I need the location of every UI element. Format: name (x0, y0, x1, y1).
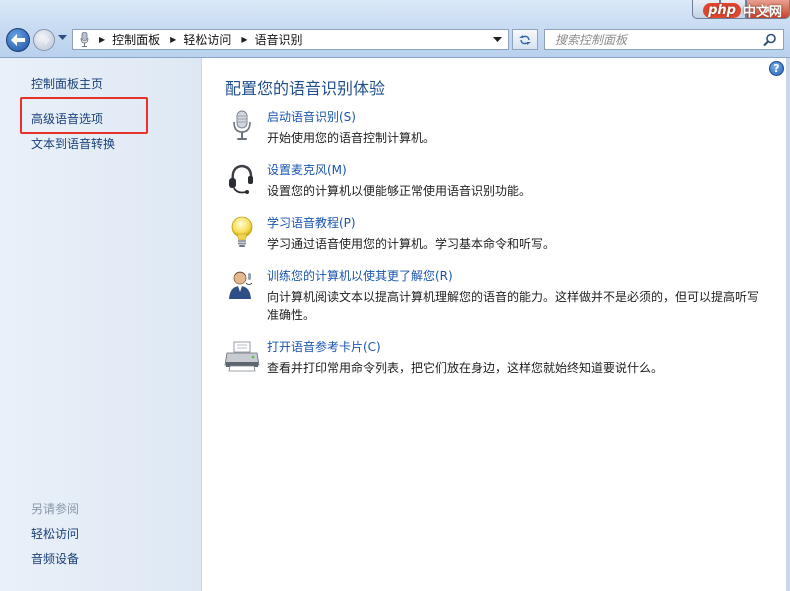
task-link-setup-microphone[interactable]: 设置麦克风(M) (267, 161, 347, 178)
address-bar[interactable]: ▶ 控制面板 ▶ 轻松访问 ▶ 语音识别 (72, 29, 509, 50)
breadcrumb-separator-icon[interactable]: ▶ (99, 35, 105, 44)
help-icon[interactable]: ? (769, 61, 784, 76)
sidebar-link-text-to-speech[interactable]: 文本到语音转换 (31, 135, 115, 152)
breadcrumb-separator-icon[interactable]: ▶ (170, 35, 176, 44)
watermark-logo: php (703, 2, 741, 18)
search-input[interactable] (553, 31, 757, 48)
address-history-dropdown[interactable] (493, 37, 502, 43)
breadcrumb: ▶ 控制面板 ▶ 轻松访问 ▶ 语音识别 (95, 31, 303, 48)
forward-button[interactable] (33, 29, 55, 51)
sidebar-link-ease-of-access[interactable]: 轻松访问 (31, 525, 79, 542)
microphone-icon (233, 110, 251, 140)
search-box[interactable] (544, 29, 784, 50)
task-link-reference-card[interactable]: 打开语音参考卡片(C) (267, 338, 381, 355)
task-desc: 向计算机阅读文本以提高计算机理解您的语音的能力。这样做并不是必须的，但可以提高听… (267, 290, 760, 322)
arrow-right-icon (38, 35, 50, 45)
lightbulb-icon (231, 216, 253, 247)
user-speech-icon (229, 271, 253, 299)
microphone-icon (80, 31, 89, 47)
task-link-train-computer[interactable]: 训练您的计算机以使其更了解您(R) (267, 267, 453, 284)
sidebar: 控制面板主页 高级语音选项 文本到语音转换 另请参阅 轻松访问 音频设备 (0, 58, 202, 591)
arrow-left-icon (11, 34, 25, 46)
sidebar-link-audio-devices[interactable]: 音频设备 (31, 550, 79, 567)
watermark-text: 中文网 (742, 4, 782, 20)
refresh-icon (519, 34, 531, 45)
task-link-speech-tutorial[interactable]: 学习语音教程(P) (267, 214, 356, 231)
breadcrumb-item-control-panel[interactable]: 控制面板 (112, 31, 160, 48)
see-also-heading: 另请参阅 (31, 502, 80, 516)
sidebar-link-advanced-speech-options[interactable]: 高级语音选项 (31, 110, 103, 127)
sidebar-link-control-panel-home[interactable]: 控制面板主页 (31, 75, 103, 92)
watermark: php 中文网 (703, 1, 782, 20)
window-right-border (786, 58, 790, 591)
breadcrumb-item-ease-of-access[interactable]: 轻松访问 (183, 31, 231, 48)
task-desc: 查看并打印常用命令列表，把它们放在身边，这样您就始终知道要说什么。 (267, 361, 664, 375)
recent-pages-dropdown[interactable] (58, 35, 67, 41)
breadcrumb-item-speech-recognition[interactable]: 语音识别 (255, 31, 303, 48)
task-desc: 开始使用您的语音控制计算机。 (267, 131, 436, 145)
refresh-button[interactable] (512, 29, 538, 50)
headset-icon (229, 164, 253, 194)
task-link-start-speech-recognition[interactable]: 启动语音识别(S) (267, 108, 356, 125)
back-button[interactable] (6, 28, 30, 52)
breadcrumb-separator-icon[interactable]: ▶ (241, 35, 247, 44)
page-title: 配置您的语音识别体验 (225, 79, 386, 98)
printer-icon (224, 341, 260, 372)
task-desc: 学习通过语音使用您的计算机。学习基本命令和听写。 (267, 237, 556, 251)
main-content: ? 配置您的语音识别体验 启动语音识别(S) 开始使用您的语音控制计算机。 设置… (202, 58, 790, 591)
search-icon[interactable] (763, 33, 777, 47)
window-titlebar: x php 中文网 ▶ 控制面板 ▶ 轻松访问 ▶ 语音识别 (0, 0, 790, 58)
task-desc: 设置您的计算机以便能够正常使用语音识别功能。 (267, 184, 532, 198)
